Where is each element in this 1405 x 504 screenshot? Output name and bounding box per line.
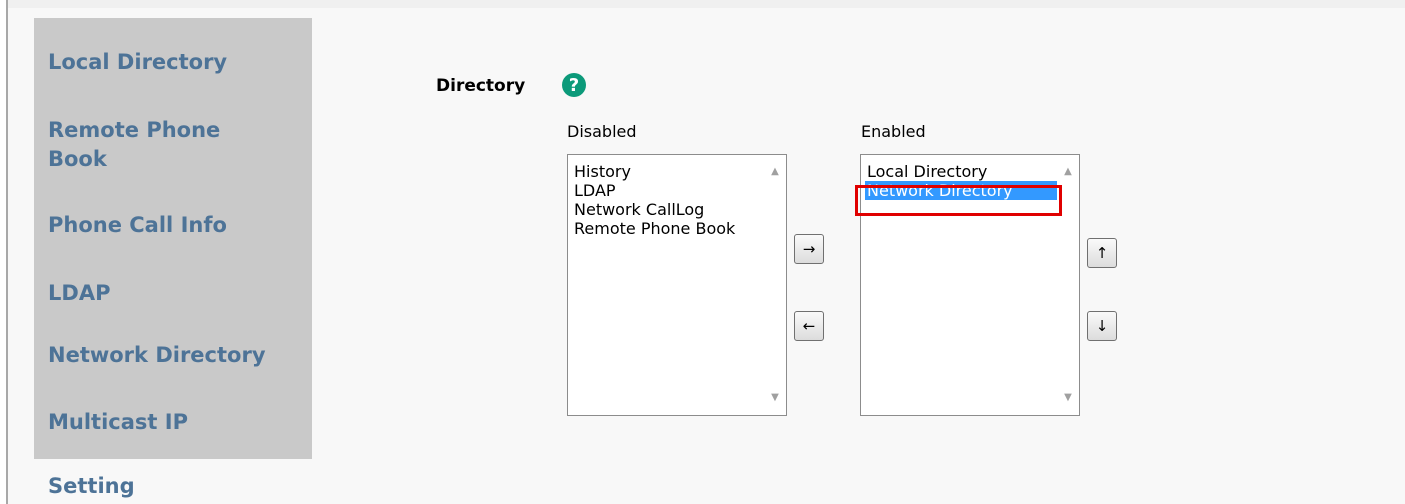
enabled-list-item-selected[interactable]: Network Directory (865, 181, 1057, 200)
disabled-list-item[interactable]: Remote Phone Book (572, 219, 764, 238)
scroll-up-icon[interactable]: ▲ (1063, 167, 1073, 177)
enabled-listbox[interactable]: Local Directory Network Directory ▲ ▼ (860, 154, 1080, 416)
move-down-button[interactable]: ↓ (1087, 311, 1117, 341)
sidebar-active-background (62, 461, 1405, 504)
disabled-list-label: Disabled (567, 122, 637, 141)
left-border (6, 0, 8, 504)
disabled-list-item[interactable]: History (572, 162, 764, 181)
help-icon[interactable]: ? (562, 73, 586, 97)
sidebar-item-network-directory[interactable]: Network Directory (48, 341, 266, 370)
move-up-button[interactable]: ↑ (1087, 238, 1117, 268)
top-border (8, 0, 1405, 8)
move-right-button[interactable]: → (794, 234, 824, 264)
disabled-list-item[interactable]: Network CallLog (572, 200, 764, 219)
scroll-down-icon[interactable]: ▼ (1063, 393, 1073, 403)
scroll-down-icon[interactable]: ▼ (770, 393, 780, 403)
sidebar-item-multicast-ip[interactable]: Multicast IP (48, 408, 188, 437)
disabled-list-item[interactable]: LDAP (572, 181, 764, 200)
sidebar-item-remote-phone-book[interactable]: Remote Phone Book (48, 116, 278, 174)
sidebar-item-ldap[interactable]: LDAP (48, 279, 110, 308)
sidebar-item-local-directory[interactable]: Local Directory (48, 48, 227, 77)
sidebar-item-phone-call-info[interactable]: Phone Call Info (48, 211, 227, 240)
sidebar-item-setting[interactable]: Setting (48, 472, 135, 501)
enabled-list-item[interactable]: Local Directory (865, 162, 1057, 181)
enabled-list-label: Enabled (861, 122, 926, 141)
move-left-button[interactable]: ← (794, 311, 824, 341)
disabled-listbox[interactable]: History LDAP Network CallLog Remote Phon… (567, 154, 787, 416)
scroll-up-icon[interactable]: ▲ (770, 167, 780, 177)
directory-label: Directory (436, 76, 526, 96)
